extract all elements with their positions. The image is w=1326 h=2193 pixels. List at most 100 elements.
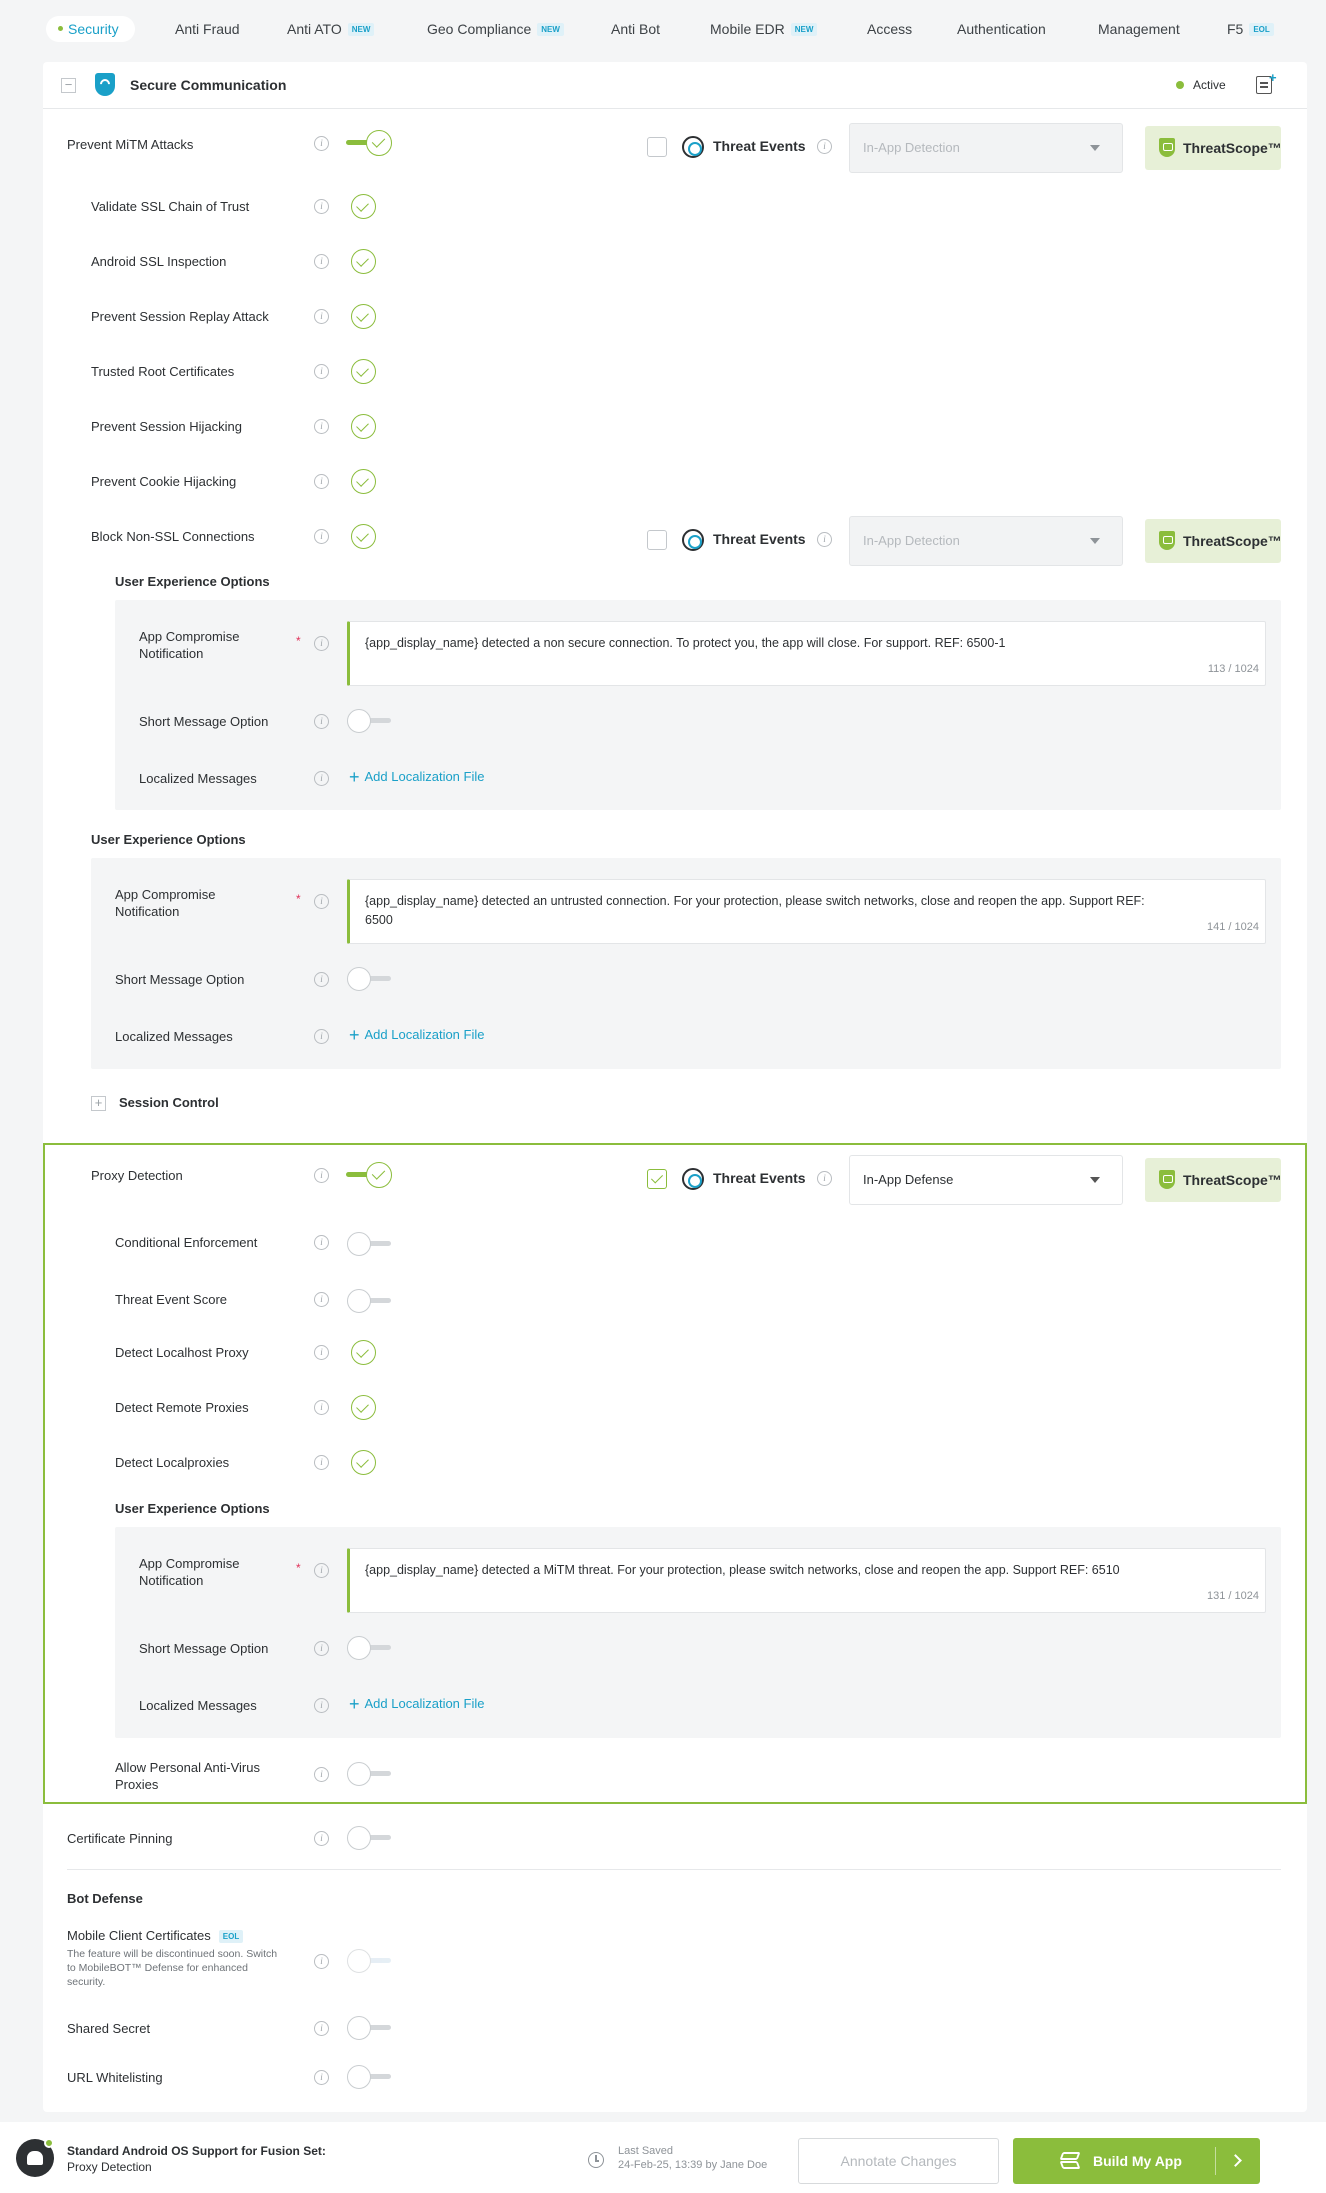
- tab-geo-compliance[interactable]: Geo Compliance NEW: [427, 16, 564, 42]
- enabled-check-icon[interactable]: [351, 194, 376, 219]
- info-icon[interactable]: i: [817, 1171, 832, 1186]
- info-icon[interactable]: i: [314, 1641, 329, 1656]
- info-icon[interactable]: i: [314, 1400, 329, 1415]
- expand-icon[interactable]: +: [91, 1096, 106, 1111]
- tab-mobile-edr[interactable]: Mobile EDR NEW: [710, 16, 818, 42]
- threat-mode-select[interactable]: In-App Defense: [849, 1155, 1123, 1205]
- notification-textarea[interactable]: {app_display_name} detected a non secure…: [347, 621, 1266, 686]
- enabled-check-icon[interactable]: [351, 524, 376, 549]
- android-icon: [16, 2138, 54, 2177]
- allow-antivirus-toggle[interactable]: [347, 1762, 393, 1786]
- info-icon[interactable]: i: [314, 254, 329, 269]
- tab-label: Geo Compliance: [427, 21, 532, 37]
- tab-management[interactable]: Management: [1098, 16, 1180, 42]
- sub-item-label: Threat Event Score: [115, 1292, 227, 1307]
- annotate-changes-button[interactable]: Annotate Changes: [798, 2138, 999, 2184]
- info-icon[interactable]: i: [314, 2070, 329, 2085]
- last-saved-value: 24-Feb-25, 13:39 by Jane Doe: [618, 2159, 768, 2171]
- add-localization-link[interactable]: Add Localization File: [349, 767, 485, 788]
- mcc-toggle[interactable]: [347, 1949, 393, 1973]
- info-icon[interactable]: i: [314, 199, 329, 214]
- info-icon[interactable]: i: [314, 972, 329, 987]
- info-icon[interactable]: i: [314, 2021, 329, 2036]
- threatscope-button[interactable]: ThreatScope™: [1145, 126, 1282, 170]
- status-dot-icon: [1176, 81, 1184, 89]
- enabled-check-icon[interactable]: [351, 359, 376, 384]
- threat-events-checkbox[interactable]: [647, 530, 667, 550]
- enabled-check-icon[interactable]: [351, 304, 376, 329]
- conditional-enforcement-toggle[interactable]: [347, 1232, 393, 1256]
- tab-anti-ato[interactable]: Anti ATO NEW: [287, 16, 375, 42]
- tab-anti-fraud[interactable]: Anti Fraud: [175, 16, 240, 42]
- threat-mode-select[interactable]: In-App Detection: [849, 123, 1123, 173]
- tab-access[interactable]: Access: [867, 16, 912, 42]
- threatscope-label: ThreatScope™: [1183, 533, 1282, 549]
- char-counter: 141 / 1024: [1207, 921, 1259, 933]
- info-icon[interactable]: i: [314, 1954, 329, 1969]
- enabled-check-icon[interactable]: [351, 469, 376, 494]
- threat-mode-select[interactable]: In-App Detection: [849, 516, 1123, 566]
- info-icon[interactable]: i: [314, 1235, 329, 1250]
- localized-messages-label: Localized Messages: [139, 771, 257, 786]
- add-localization-link[interactable]: Add Localization File: [349, 1694, 485, 1715]
- tab-label: Management: [1098, 21, 1180, 37]
- info-icon[interactable]: i: [314, 474, 329, 489]
- info-icon[interactable]: i: [314, 1029, 329, 1044]
- session-control-label[interactable]: Session Control: [119, 1094, 219, 1111]
- tab-authentication[interactable]: Authentication: [957, 16, 1046, 42]
- threat-events-checkbox[interactable]: [647, 1169, 667, 1189]
- threat-event-score-toggle[interactable]: [347, 1289, 393, 1313]
- add-localization-link[interactable]: Add Localization File: [349, 1025, 485, 1046]
- tab-security[interactable]: Security: [46, 16, 135, 42]
- chevron-down-icon: [1090, 145, 1100, 151]
- threat-events-checkbox[interactable]: [647, 137, 667, 157]
- tab-anti-bot[interactable]: Anti Bot: [611, 16, 660, 42]
- info-icon[interactable]: i: [314, 1831, 329, 1846]
- threat-events-label: Threat Events: [713, 138, 806, 154]
- shared-secret-toggle[interactable]: [347, 2016, 393, 2040]
- info-icon[interactable]: i: [314, 1455, 329, 1470]
- enabled-check-icon[interactable]: [351, 414, 376, 439]
- info-icon[interactable]: i: [314, 309, 329, 324]
- info-icon[interactable]: i: [314, 771, 329, 786]
- enabled-check-icon[interactable]: [351, 1395, 376, 1420]
- certificate-pinning-toggle[interactable]: [347, 1826, 393, 1850]
- info-icon[interactable]: i: [314, 894, 329, 909]
- info-icon[interactable]: i: [314, 1345, 329, 1360]
- mitm-toggle[interactable]: [346, 130, 392, 156]
- threatscope-button[interactable]: ThreatScope™: [1145, 1158, 1282, 1202]
- enabled-check-icon[interactable]: [351, 249, 376, 274]
- enabled-check-icon[interactable]: [351, 1340, 376, 1365]
- info-icon[interactable]: i: [314, 136, 329, 151]
- info-icon[interactable]: i: [314, 419, 329, 434]
- threatscope-button[interactable]: ThreatScope™: [1145, 519, 1282, 563]
- info-icon[interactable]: i: [314, 529, 329, 544]
- short-message-toggle[interactable]: [347, 1636, 393, 1660]
- info-icon[interactable]: i: [314, 636, 329, 651]
- proxy-toggle[interactable]: [346, 1162, 392, 1188]
- info-icon[interactable]: i: [314, 714, 329, 729]
- short-message-toggle[interactable]: [347, 967, 393, 991]
- add-note-icon[interactable]: +: [1256, 70, 1277, 94]
- collapse-icon[interactable]: −: [61, 78, 76, 93]
- notification-textarea[interactable]: {app_display_name} detected a MiTM threa…: [347, 1548, 1266, 1613]
- info-icon[interactable]: i: [314, 1767, 329, 1782]
- info-icon[interactable]: i: [314, 364, 329, 379]
- sub-item-label: Trusted Root Certificates: [91, 364, 235, 379]
- enabled-check-icon[interactable]: [351, 1450, 376, 1475]
- divider: [1215, 2147, 1216, 2175]
- short-message-toggle[interactable]: [347, 709, 393, 733]
- shared-secret-label: Shared Secret: [67, 2021, 151, 2036]
- info-icon[interactable]: i: [314, 1168, 329, 1183]
- chevron-right-icon[interactable]: [1229, 2154, 1242, 2167]
- history-icon: [588, 2152, 604, 2168]
- build-my-app-button[interactable]: Build My App: [1013, 2138, 1260, 2184]
- info-icon[interactable]: i: [817, 532, 832, 547]
- info-icon[interactable]: i: [817, 139, 832, 154]
- info-icon[interactable]: i: [314, 1563, 329, 1578]
- info-icon[interactable]: i: [314, 1698, 329, 1713]
- tab-f5[interactable]: F5 EOL: [1227, 16, 1274, 42]
- info-icon[interactable]: i: [314, 1292, 329, 1307]
- notification-textarea[interactable]: {app_display_name} detected an untrusted…: [347, 879, 1266, 944]
- url-whitelisting-toggle[interactable]: [347, 2065, 393, 2089]
